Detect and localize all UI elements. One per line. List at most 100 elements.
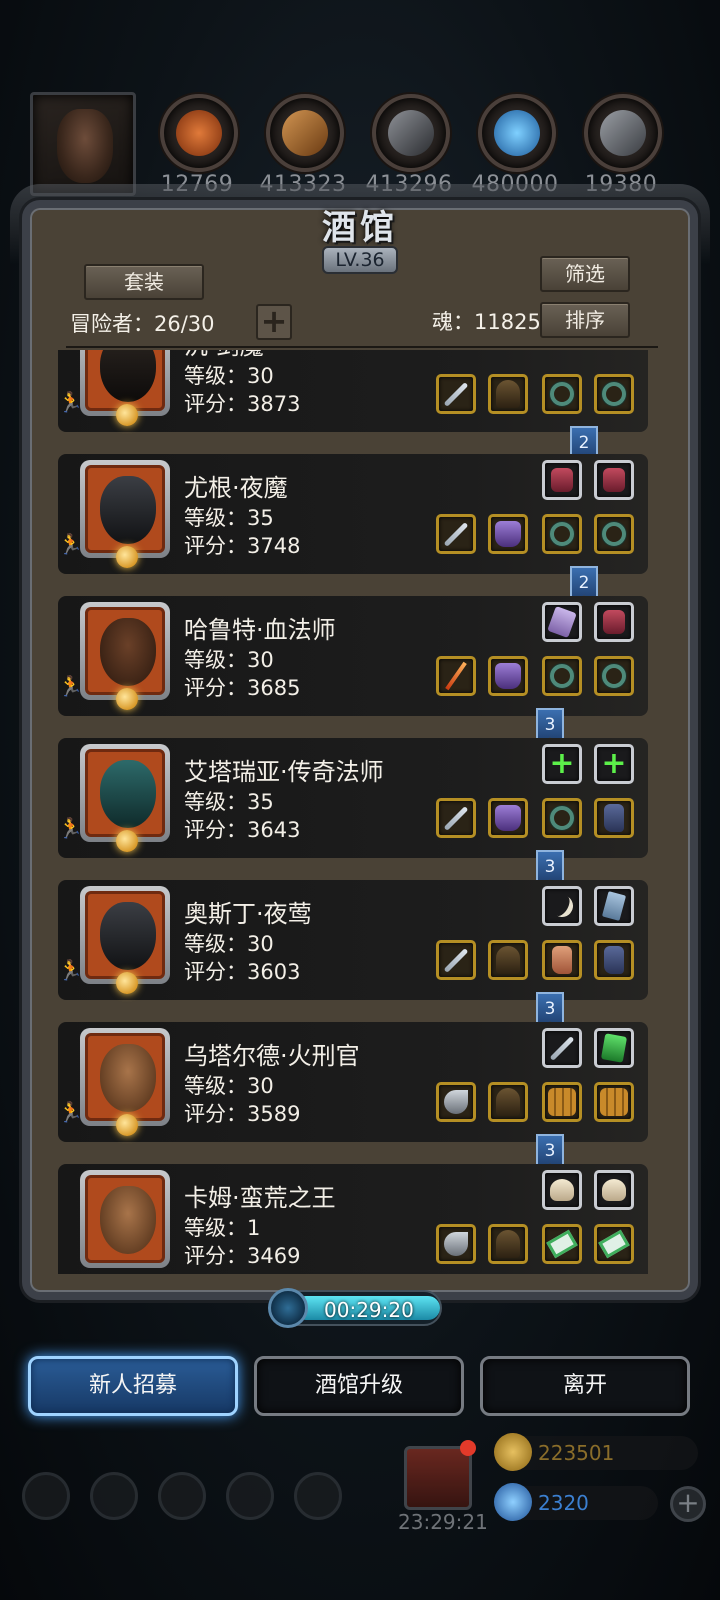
accessory-slot[interactable] (594, 1224, 634, 1264)
weapon-slot[interactable] (436, 374, 476, 414)
accessory-slot[interactable] (542, 1224, 582, 1264)
accessory-slot[interactable] (594, 1170, 634, 1210)
weapon-slot[interactable] (436, 1082, 476, 1122)
weapon-slot[interactable] (436, 1224, 476, 1264)
moon-icon (116, 688, 138, 710)
accessory-slot[interactable] (594, 1082, 634, 1122)
accessory-slot[interactable] (542, 886, 582, 926)
runner-icon: 🏃 (58, 1100, 83, 1124)
refresh-timer: 00:29:20 (268, 1288, 442, 1328)
accessory-slot[interactable] (542, 460, 582, 500)
accessory-slot[interactable] (542, 602, 582, 642)
notification-dot (460, 1440, 476, 1456)
hero-level: 等级：35 (184, 506, 274, 530)
hero-portrait (80, 744, 170, 842)
add-currency-button[interactable]: + (670, 1486, 706, 1522)
boots-slot[interactable] (594, 940, 634, 980)
moon-icon (116, 1114, 138, 1136)
hero-card[interactable]: 🏃 乌塔尔德·火刑官 等级：30 评分：3589 (58, 1022, 648, 1142)
mail-icon[interactable] (226, 1472, 274, 1520)
player-avatar[interactable] (30, 92, 136, 196)
accessory-slot[interactable] (594, 886, 634, 926)
star-icon[interactable] (90, 1472, 138, 1520)
gem-icon (494, 1483, 532, 1521)
hero-portrait (80, 1028, 170, 1126)
ring-slot[interactable] (542, 514, 582, 554)
hero-name: 尤根·夜魔 (184, 474, 288, 502)
empty-slot-add-icon[interactable]: + (542, 744, 582, 784)
wood-resource-icon[interactable] (266, 94, 344, 172)
hero-card[interactable]: 🏃 奥斯丁·夜莺 等级：30 评分：3603 (58, 880, 648, 1000)
hero-list[interactable]: 🏃 沉·剑魔 等级：30 评分：3873 2 🏃 尤根·夜魔 等级：35 评分：… (52, 350, 658, 1274)
empty-slot-add-icon[interactable]: + (594, 744, 634, 784)
hero-portrait (80, 460, 170, 558)
armor-slot[interactable] (488, 940, 528, 980)
accessory-slot[interactable] (542, 1082, 582, 1122)
gift-timer: 23:29:21 (398, 1510, 488, 1534)
stone-resource-icon[interactable] (372, 94, 450, 172)
recruit-button[interactable]: 新人招募 (28, 1356, 238, 1416)
weapon-slot[interactable] (436, 798, 476, 838)
accessory-slot[interactable] (594, 460, 634, 500)
hero-score: 评分：3873 (184, 392, 301, 416)
hero-portrait (80, 886, 170, 984)
boots-slot[interactable] (542, 940, 582, 980)
ring-slot[interactable] (594, 374, 634, 414)
armor-slot[interactable] (488, 1224, 528, 1264)
runner-icon: 🏃 (58, 532, 83, 556)
expand-capacity-button[interactable]: + (256, 304, 292, 340)
accessory-slot[interactable] (594, 602, 634, 642)
accessory-slot[interactable] (594, 1028, 634, 1068)
hero-icon[interactable] (158, 1472, 206, 1520)
ring-slot[interactable] (594, 514, 634, 554)
armor-slot[interactable] (488, 798, 528, 838)
hero-name: 哈鲁特·血法师 (184, 616, 336, 644)
ring-slot[interactable] (594, 656, 634, 696)
boots-slot[interactable] (594, 798, 634, 838)
ring-slot[interactable] (542, 656, 582, 696)
shield-icon[interactable] (294, 1472, 342, 1520)
hero-score: 评分：3469 (184, 1244, 301, 1268)
adventurer-count: 冒险者：26/30 (70, 312, 215, 336)
sort-button[interactable]: 排序 (540, 302, 630, 338)
moon-icon (116, 546, 138, 568)
gift-icon[interactable] (404, 1446, 472, 1510)
suit-button[interactable]: 套装 (84, 264, 204, 300)
meat-resource-icon[interactable] (160, 94, 238, 172)
leave-button[interactable]: 离开 (480, 1356, 690, 1416)
weapon-slot[interactable] (436, 514, 476, 554)
moon-icon (116, 972, 138, 994)
accessory-slot[interactable] (542, 1170, 582, 1210)
upgrade-tavern-button[interactable]: 酒馆升级 (254, 1356, 464, 1416)
iron-resource-icon[interactable] (584, 94, 662, 172)
gold-coin-icon (494, 1433, 532, 1471)
soul-count: 魂：11825 (432, 310, 541, 334)
runner-icon: 🏃 (58, 958, 83, 982)
hero-score: 评分：3748 (184, 534, 301, 558)
weapon-slot[interactable] (436, 940, 476, 980)
accessory-slot[interactable] (542, 1028, 582, 1068)
armor-slot[interactable] (488, 514, 528, 554)
hero-card[interactable]: 🏃 尤根·夜魔 等级：35 评分：3748 (58, 454, 648, 574)
hero-card[interactable]: 🏃 艾塔瑞亚·传奇法师 等级：35 评分：3643 + + (58, 738, 648, 858)
armor-slot[interactable] (488, 656, 528, 696)
settings-icon[interactable] (22, 1472, 70, 1520)
hero-score: 评分：3603 (184, 960, 301, 984)
hero-level: 等级：30 (184, 364, 274, 388)
ring-slot[interactable] (542, 798, 582, 838)
hero-score: 评分：3685 (184, 676, 301, 700)
armor-slot[interactable] (488, 374, 528, 414)
hero-score: 评分：3643 (184, 818, 301, 842)
hero-card[interactable]: 🏃 哈鲁特·血法师 等级：30 评分：3685 (58, 596, 648, 716)
runner-icon: 🏃 (58, 390, 83, 414)
gold-display: 223501 (494, 1433, 698, 1471)
moon-icon (116, 830, 138, 852)
tavern-level-badge: LV.36 (322, 246, 398, 274)
filter-button[interactable]: 筛选 (540, 256, 630, 292)
hero-card[interactable]: 卡姆·蛮荒之王 等级：1 评分：3469 (58, 1164, 648, 1274)
armor-slot[interactable] (488, 1082, 528, 1122)
crystal-resource-icon[interactable] (478, 94, 556, 172)
weapon-slot[interactable] (436, 656, 476, 696)
ring-slot[interactable] (542, 374, 582, 414)
hero-card[interactable]: 🏃 沉·剑魔 等级：30 评分：3873 (58, 350, 648, 432)
